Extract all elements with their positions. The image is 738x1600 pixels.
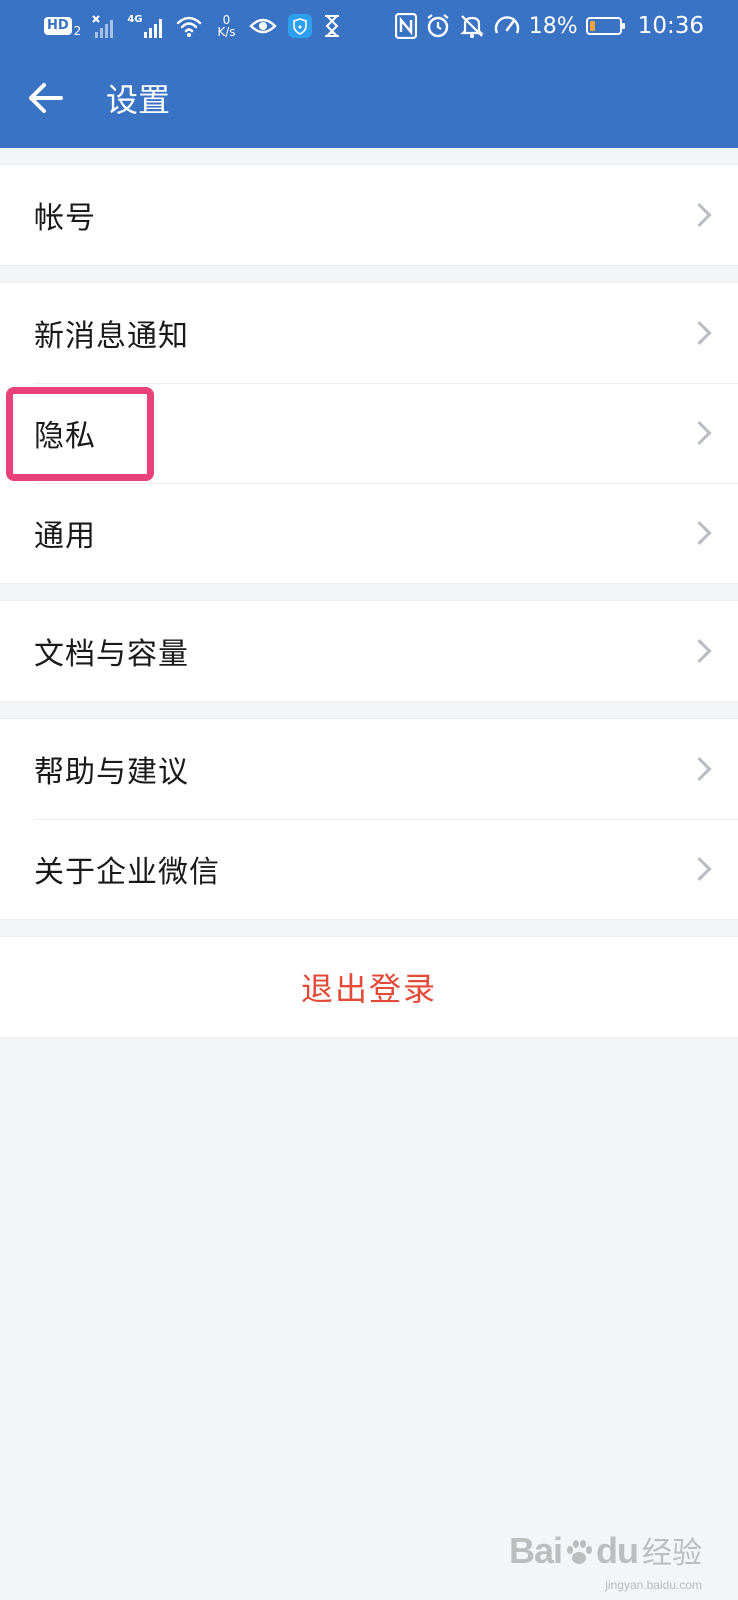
settings-item-general[interactable]: 通用 [0, 483, 738, 583]
hd-sub-label: 2 [73, 24, 82, 38]
battery-level-fill [589, 21, 595, 31]
watermark-brand: Bai [508, 1530, 563, 1571]
chevron-right-icon [687, 756, 712, 782]
network-speed: 0 K/s [213, 14, 239, 38]
shield-wifi-icon [288, 14, 313, 38]
chevron-right-icon [687, 202, 712, 228]
alarm-icon [427, 14, 449, 38]
hourglass-icon [325, 15, 340, 37]
settings-group-storage: 文档与容量 [0, 600, 738, 702]
chevron-right-icon [687, 638, 712, 664]
status-bar-right: 18% 10:36 [394, 10, 704, 42]
settings-item-label: 隐私 [34, 419, 96, 454]
page-title: 设置 [106, 81, 171, 119]
settings-item-about[interactable]: 关于企业微信 [0, 819, 738, 919]
settings-item-label: 新消息通知 [34, 319, 189, 354]
speed-unit: K/s [217, 25, 236, 39]
eye-icon [249, 18, 278, 34]
chevron-right-icon [687, 856, 712, 882]
battery-icon [585, 17, 625, 35]
app-bar: HD 2 4G 0 K/s 18% 10:36 设置 [0, 0, 738, 148]
settings-group-help: 帮助与建议 关于企业微信 [0, 718, 738, 920]
paw-icon [567, 1540, 593, 1564]
status-bar-left: HD 2 4G 0 K/s [44, 12, 341, 40]
chevron-right-icon [687, 320, 712, 346]
watermark-brand-end: du [596, 1530, 639, 1571]
logout-button[interactable]: 退出登录 [0, 936, 738, 1038]
no-signal-icon [92, 15, 114, 38]
nfc-icon [394, 13, 417, 39]
settings-list: 帐号 新消息通知 隐私 通用 文档与容量 帮助与建议 关于企业微信 退出登录 [0, 164, 738, 1038]
chevron-right-icon [687, 520, 712, 546]
arrow-left-icon [29, 83, 63, 113]
settings-item-privacy[interactable]: 隐私 [0, 383, 738, 483]
back-button[interactable] [24, 76, 68, 120]
settings-item-docs-storage[interactable]: 文档与容量 [0, 601, 738, 701]
status-time: 10:36 [637, 13, 704, 39]
watermark-url: jingyan.baidu.com [605, 1578, 702, 1592]
settings-group-account: 帐号 [0, 164, 738, 266]
settings-item-label: 帮助与建议 [34, 755, 189, 790]
settings-item-label: 帐号 [34, 201, 96, 236]
signal-4g-icon: 4G [127, 14, 165, 38]
settings-group-general: 新消息通知 隐私 通用 [0, 282, 738, 584]
chevron-right-icon [687, 420, 712, 446]
watermark-cn: 经验 [642, 1536, 702, 1571]
settings-item-label: 文档与容量 [34, 637, 189, 672]
settings-item-label: 关于企业微信 [34, 855, 220, 890]
status-bar: HD 2 4G 0 K/s 18% 10:36 [0, 0, 738, 52]
hd-icon: HD [44, 17, 72, 35]
network-type-label: 4G [127, 14, 143, 25]
wifi-icon [177, 16, 202, 37]
settings-item-label: 通用 [34, 519, 96, 554]
settings-item-notifications[interactable]: 新消息通知 [0, 283, 738, 383]
mute-bell-icon [460, 15, 484, 38]
battery-percent: 18% [528, 13, 578, 39]
settings-item-help[interactable]: 帮助与建议 [0, 719, 738, 819]
speedometer-icon [494, 16, 519, 34]
settings-item-account[interactable]: 帐号 [0, 165, 738, 265]
logout-label: 退出登录 [300, 970, 437, 1008]
baidu-watermark: Bai du 经验 jingyan.baidu.com [508, 1528, 702, 1592]
